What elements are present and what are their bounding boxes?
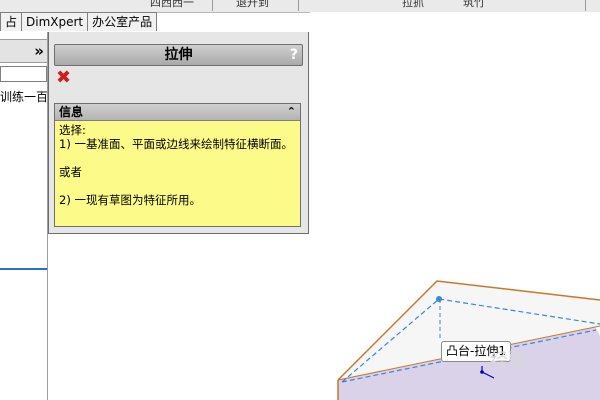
- toolbar-fragment-1[interactable]: 四西西一: [150, 0, 194, 8]
- expand-chevron-icon[interactable]: »: [34, 41, 44, 61]
- info-body: 选择: 1) 一基准面、平面或边线来绘制特征横断面。 或者 2) 一现有草图为特…: [55, 121, 300, 209]
- info-line: 选择:: [59, 123, 86, 137]
- feature-tree-selection-bar: [0, 268, 47, 270]
- info-header[interactable]: 信息 ⌃: [55, 104, 300, 121]
- tab-office-products[interactable]: 办公室产品: [87, 12, 158, 31]
- toolbar-separator: [212, 0, 213, 11]
- page-title: 拉伸: [164, 47, 193, 63]
- info-line: 2) 一现有草图为特征所用。: [59, 193, 201, 207]
- info-line: 或者: [59, 165, 82, 179]
- collapse-chevron-icon[interactable]: ⌃: [287, 104, 296, 120]
- toolbar-fragment-2[interactable]: 退升到: [236, 0, 269, 8]
- info-header-label: 信息: [59, 105, 84, 119]
- cancel-icon[interactable]: ✖: [56, 69, 72, 87]
- feature-filter-input[interactable]: [0, 66, 47, 82]
- property-manager: 拉伸 ? ✖ 信息 ⌃ 选择: 1) 一基准面、平面或边线来绘制特征横断面。 或…: [48, 32, 309, 234]
- feature-manager-header: »: [0, 39, 47, 63]
- toolbar-separator: [298, 0, 299, 11]
- watermark: 经验: [490, 350, 526, 371]
- toolbar-separator: [585, 0, 586, 11]
- help-icon[interactable]: ?: [290, 45, 298, 65]
- feature-tree-part-name[interactable]: 训练一百六: [0, 88, 47, 105]
- tab-dimxpert[interactable]: DimXpert: [21, 12, 89, 31]
- command-manager-tabs: 占 DimXpert 办公室产品: [0, 12, 164, 32]
- info-message-box: 信息 ⌃ 选择: 1) 一基准面、平面或边线来绘制特征横断面。 或者 2) 一现…: [54, 103, 301, 227]
- toolbar-fragment-4[interactable]: 筑竹: [463, 0, 485, 8]
- feature-manager-panel: » 训练一百六: [0, 32, 48, 400]
- property-manager-title: 拉伸 ?: [54, 44, 303, 66]
- info-line: 1) 一基准面、平面或边线来绘制特征横断面。: [59, 137, 293, 151]
- toolbar-fragment-3[interactable]: 拉抓: [402, 0, 424, 8]
- tab-sketch[interactable]: 占: [0, 12, 23, 31]
